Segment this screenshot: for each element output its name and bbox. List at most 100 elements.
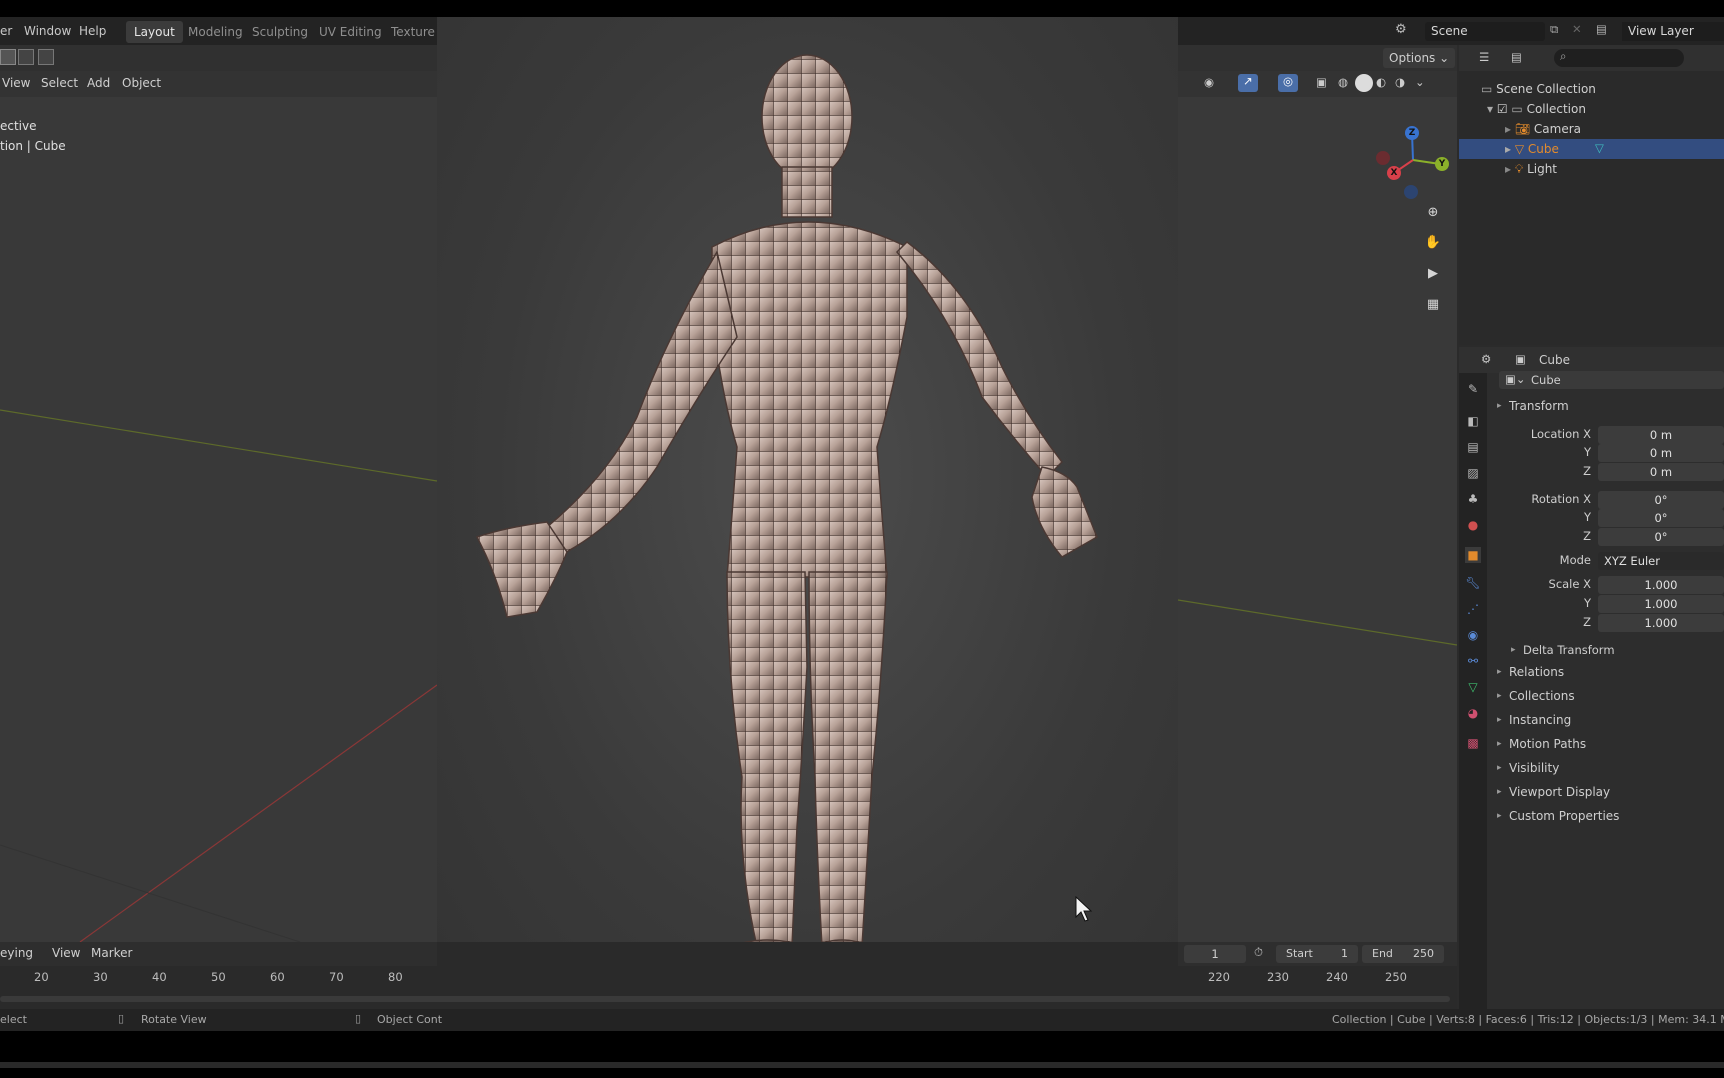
status-select-action: elect bbox=[0, 1013, 27, 1026]
reference-image-window bbox=[437, 17, 1178, 1031]
timeline-scrollbar[interactable] bbox=[0, 996, 1450, 1002]
data-tab-icon[interactable]: ▽ bbox=[1465, 679, 1481, 695]
properties-editor: ⚙ ▣ Cube ✎ ◧ ▤ ▨ ♣ ● ■ 🔧︎ ⋰ ◉ ⚯ ▽ ◕ ▩ ▣⌄… bbox=[1459, 347, 1724, 1031]
end-frame-field[interactable]: End 250 bbox=[1362, 945, 1444, 963]
end-label: End bbox=[1372, 947, 1393, 960]
object-tab-icon[interactable]: ■ bbox=[1465, 547, 1481, 563]
outliner-row-collection[interactable]: ▾ ☑ ▭ Collection bbox=[1487, 99, 1586, 119]
menu-help[interactable]: Help bbox=[79, 24, 106, 38]
editor-type-icon[interactable]: ⚙ bbox=[1481, 352, 1491, 366]
panel-custom-properties[interactable]: Custom Properties bbox=[1497, 809, 1619, 823]
tab-modeling[interactable]: Modeling bbox=[180, 21, 251, 43]
expand-chevron-icon: ▾ bbox=[1487, 102, 1497, 116]
scene-name: Scene bbox=[1431, 24, 1468, 38]
panel-instancing[interactable]: Instancing bbox=[1497, 713, 1572, 727]
location-x-field[interactable]: 0 m bbox=[1598, 426, 1724, 444]
viewport-right[interactable]: Options ⌄ ◉ ↗ ◎ ▣ ◍ ◐ ◑ ⌄ Z Y X ⊕ ✋ ▶ ▦ bbox=[1178, 45, 1457, 942]
scale-y-label: Y bbox=[1583, 596, 1591, 610]
start-frame-field[interactable]: Start 1 bbox=[1276, 945, 1358, 963]
status-rotate-action: Rotate View bbox=[141, 1013, 207, 1026]
outliner-row-light[interactable]: ▸ 💡︎ Light bbox=[1505, 159, 1557, 179]
panel-relations[interactable]: Relations bbox=[1497, 665, 1564, 679]
rotation-x-field[interactable]: 0° bbox=[1598, 491, 1724, 509]
menu-timeline-view[interactable]: View bbox=[52, 946, 80, 960]
end-value: 250 bbox=[1413, 947, 1434, 960]
material-tab-icon[interactable]: ◕ bbox=[1465, 705, 1481, 721]
expand-arrow-icon: ▸ bbox=[1505, 162, 1515, 176]
status-stats: Collection | Cube | Verts:8 | Faces:6 | … bbox=[1332, 1013, 1724, 1026]
outliner-search-input[interactable]: ⌕ bbox=[1554, 49, 1684, 67]
clock-icon[interactable]: ⏱ bbox=[1254, 945, 1263, 960]
view-layer-tab-icon[interactable]: ▨ bbox=[1465, 465, 1481, 481]
menu-keying[interactable]: eying bbox=[0, 946, 33, 960]
filter-icon[interactable]: ▤ bbox=[1511, 50, 1522, 64]
panel-visibility[interactable]: Visibility bbox=[1497, 761, 1559, 775]
panel-viewport-display[interactable]: Viewport Display bbox=[1497, 785, 1611, 799]
world-tab-icon[interactable]: ● bbox=[1465, 517, 1481, 533]
rotation-z-field[interactable]: 0° bbox=[1598, 528, 1724, 546]
scene-tab-icon[interactable]: ♣ bbox=[1465, 491, 1481, 507]
panel-collections[interactable]: Collections bbox=[1497, 689, 1575, 703]
output-tab-icon[interactable]: ▤ bbox=[1465, 439, 1481, 455]
close-scene-icon[interactable]: ✕ bbox=[1572, 22, 1582, 36]
expand-arrow-icon: ▸ bbox=[1505, 142, 1515, 156]
display-mode-icon[interactable]: ☰ bbox=[1479, 50, 1489, 64]
view-layer-selector[interactable]: View Layer bbox=[1622, 22, 1724, 41]
timeline-header-left: eying View Marker bbox=[0, 942, 437, 966]
mesh-data-icon: ▽ bbox=[1595, 141, 1604, 155]
outliner-row-scene-collection[interactable]: ▭ Scene Collection bbox=[1481, 79, 1596, 99]
view-layer-icon[interactable]: ▤ bbox=[1596, 22, 1607, 36]
copy-scene-icon[interactable]: ⧉ bbox=[1550, 22, 1558, 37]
checkbox-icon[interactable]: ☑ bbox=[1497, 102, 1512, 116]
physics-tab-icon[interactable]: ◉ bbox=[1465, 627, 1481, 643]
tab-layout[interactable]: Layout bbox=[126, 21, 183, 43]
scale-y-field[interactable]: 1.000 bbox=[1598, 595, 1724, 613]
scene-selector[interactable]: Scene bbox=[1425, 22, 1545, 41]
properties-tabs: ✎ ◧ ▤ ▨ ♣ ● ■ 🔧︎ ⋰ ◉ ⚯ ▽ ◕ ▩ bbox=[1459, 373, 1487, 1031]
location-y-label: Y bbox=[1583, 445, 1591, 459]
viewport-left[interactable]: View Select Add Object ective tion | Cub… bbox=[0, 45, 437, 942]
scale-x-field[interactable]: 1.000 bbox=[1598, 576, 1724, 594]
location-z-field[interactable]: 0 m bbox=[1598, 463, 1724, 481]
outliner-row-camera[interactable]: ▸ 📷︎ Camera bbox=[1505, 119, 1581, 139]
tick-label: 20 bbox=[34, 970, 49, 984]
panel-motion-paths[interactable]: Motion Paths bbox=[1497, 737, 1587, 751]
human-mesh-figure bbox=[475, 54, 1098, 985]
object-icon: ▣ bbox=[1515, 352, 1526, 366]
view-layer-name: View Layer bbox=[1628, 24, 1694, 38]
camera-icon: 📷︎ bbox=[1514, 122, 1534, 136]
rotation-mode-dropdown[interactable]: XYZ Euler bbox=[1598, 552, 1724, 570]
properties-header: ⚙ ▣ Cube bbox=[1459, 347, 1724, 373]
outliner: ☰ ▤ ⌕ ▭ Scene Collection ▾ ☑ ▭ Collectio… bbox=[1459, 45, 1724, 345]
instancing-label: Instancing bbox=[1509, 713, 1572, 727]
location-y-field[interactable]: 0 m bbox=[1598, 444, 1724, 462]
current-frame-field[interactable]: 1 bbox=[1184, 945, 1246, 963]
menu-window[interactable]: Window bbox=[24, 24, 71, 38]
location-x-label: Location X bbox=[1530, 427, 1591, 441]
viewport-display-label: Viewport Display bbox=[1509, 785, 1611, 799]
tab-sculpting[interactable]: Sculpting bbox=[244, 21, 316, 43]
object-name-field[interactable]: ▣⌄ Cube bbox=[1499, 371, 1724, 389]
scene-browse-icon[interactable]: ⚙ bbox=[1395, 22, 1407, 37]
tool-tab-icon[interactable]: ✎ bbox=[1465, 381, 1481, 397]
tab-uv-editing[interactable]: UV Editing bbox=[311, 21, 390, 43]
motion-paths-label: Motion Paths bbox=[1509, 737, 1587, 751]
object-name-label: Cube bbox=[1539, 353, 1570, 367]
constraints-tab-icon[interactable]: ⚯ bbox=[1465, 653, 1481, 669]
timeline-ruler: 20 30 40 50 60 70 80 220 230 240 250 bbox=[0, 966, 1457, 986]
delta-transform-subpanel[interactable]: Delta Transform bbox=[1511, 643, 1614, 657]
texture-tab-icon[interactable]: ▩ bbox=[1465, 735, 1481, 751]
particles-tab-icon[interactable]: ⋰ bbox=[1465, 601, 1481, 617]
scale-z-field[interactable]: 1.000 bbox=[1598, 614, 1724, 632]
modifier-tab-icon[interactable]: 🔧︎ bbox=[1465, 575, 1481, 591]
rotation-mode-label: Mode bbox=[1559, 553, 1591, 567]
render-tab-icon[interactable]: ◧ bbox=[1465, 413, 1481, 429]
transform-panel-header[interactable]: Transform bbox=[1497, 399, 1569, 413]
collection-box-icon: ▭ bbox=[1481, 82, 1497, 96]
tick-label: 60 bbox=[270, 970, 285, 984]
mesh-object-icon: ▽ bbox=[1514, 142, 1528, 156]
menu-file[interactable]: er bbox=[0, 24, 12, 38]
rotation-y-field[interactable]: 0° bbox=[1598, 509, 1724, 527]
outliner-row-cube[interactable]: ▸ ▽ Cube ▽ bbox=[1459, 139, 1724, 159]
menu-marker[interactable]: Marker bbox=[91, 946, 132, 960]
